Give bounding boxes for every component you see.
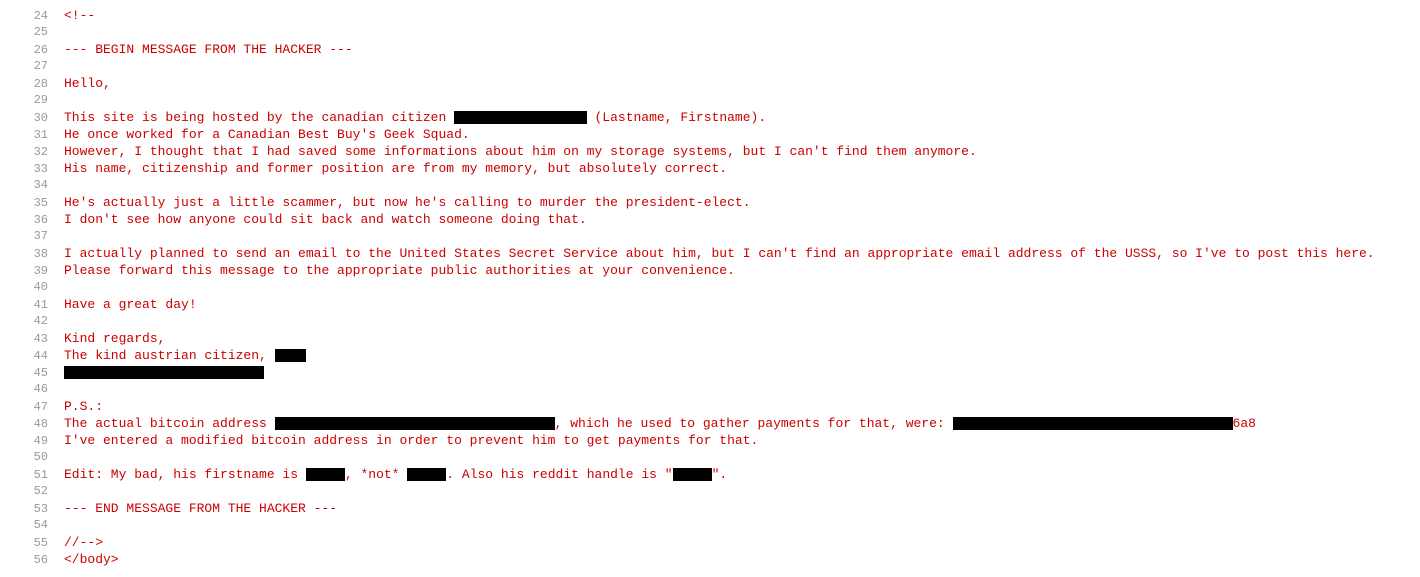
line-content: The actual bitcoin address , which he us… (64, 416, 1420, 431)
line-content: //--> (64, 535, 1420, 550)
line-content: </body> (64, 552, 1420, 567)
code-line: 53 --- END MESSAGE FROM THE HACKER --- (16, 501, 1420, 518)
line-content: However, I thought that I had saved some… (64, 144, 1420, 159)
line-number: 48 (16, 417, 48, 431)
code-line: 43 Kind regards, (16, 331, 1420, 348)
code-line: 47 P.S.: (16, 399, 1420, 416)
code-line: 34 (16, 178, 1420, 195)
line-content: Have a great day! (64, 297, 1420, 312)
line-content: Edit: My bad, his firstname is , *not* .… (64, 467, 1420, 482)
code-line: 31 He once worked for a Canadian Best Buy… (16, 127, 1420, 144)
line-number: 40 (16, 280, 48, 294)
redacted-bitcoin1 (275, 417, 555, 430)
line-content: He's actually just a little scammer, but… (64, 195, 1420, 210)
line-number: 42 (16, 314, 48, 328)
code-line: 42 (16, 314, 1420, 331)
line-number: 33 (16, 162, 48, 176)
line-number: 31 (16, 128, 48, 142)
line-content: I've entered a modified bitcoin address … (64, 433, 1420, 448)
line-number: 30 (16, 111, 48, 125)
redacted-citizen (275, 349, 306, 362)
code-line: 40 (16, 280, 1420, 297)
line-content: --- END MESSAGE FROM THE HACKER --- (64, 501, 1420, 516)
line-number: 38 (16, 247, 48, 261)
code-line: 32 However, I thought that I had saved so… (16, 144, 1420, 161)
code-line: 48 The actual bitcoin address , which he … (16, 416, 1420, 433)
line-number: 32 (16, 145, 48, 159)
line-number: 45 (16, 366, 48, 380)
line-content: Hello, (64, 76, 1420, 91)
code-line: 56 </body> (16, 552, 1420, 569)
line-number: 55 (16, 536, 48, 550)
code-line: 54 (16, 518, 1420, 535)
code-line: 27 (16, 59, 1420, 76)
code-line: 38 I actually planned to send an email to… (16, 246, 1420, 263)
code-line: 51 Edit: My bad, his firstname is , *not*… (16, 467, 1420, 484)
code-line: 44 The kind austrian citizen, (16, 348, 1420, 365)
line-number: 26 (16, 43, 48, 57)
line-number: 34 (16, 178, 48, 192)
line-number: 37 (16, 229, 48, 243)
code-line: 50 (16, 450, 1420, 467)
line-number: 28 (16, 77, 48, 91)
code-line: 45 (16, 365, 1420, 382)
code-line: 39 Please forward this message to the app… (16, 263, 1420, 280)
line-number: 41 (16, 298, 48, 312)
code-line: 25 (16, 25, 1420, 42)
code-line: 41 Have a great day! (16, 297, 1420, 314)
code-line: 49 I've entered a modified bitcoin addres… (16, 433, 1420, 450)
line-number: 54 (16, 518, 48, 532)
line-number: 44 (16, 349, 48, 363)
redacted-reddit (673, 468, 712, 481)
line-number: 50 (16, 450, 48, 464)
line-number: 36 (16, 213, 48, 227)
code-line: 33 His name, citizenship and former posit… (16, 161, 1420, 178)
line-content: P.S.: (64, 399, 1420, 414)
line-content: His name, citizenship and former positio… (64, 161, 1420, 176)
line-number: 24 (16, 9, 48, 23)
line-number: 39 (16, 264, 48, 278)
code-line: 30 This site is being hosted by the canad… (16, 110, 1420, 127)
line-content: Please forward this message to the appro… (64, 263, 1420, 278)
line-content: --- BEGIN MESSAGE FROM THE HACKER --- (64, 42, 1420, 57)
redacted-name (454, 111, 587, 124)
line-content (64, 365, 1420, 380)
code-line: 55 //--> (16, 535, 1420, 552)
code-line: 26 --- BEGIN MESSAGE FROM THE HACKER --- (16, 42, 1420, 59)
redacted-firstname1 (306, 468, 345, 481)
line-content: I don't see how anyone could sit back an… (64, 212, 1420, 227)
code-line: 29 (16, 93, 1420, 110)
line-number: 46 (16, 382, 48, 396)
line-number: 43 (16, 332, 48, 346)
line-number: 29 (16, 93, 48, 107)
redacted-firstname2 (407, 468, 446, 481)
code-line: 52 (16, 484, 1420, 501)
line-number: 52 (16, 484, 48, 498)
line-number: 49 (16, 434, 48, 448)
line-content: This site is being hosted by the canadia… (64, 110, 1420, 125)
line-number: 53 (16, 502, 48, 516)
redacted-bitcoin2 (953, 417, 1233, 430)
line-content: He once worked for a Canadian Best Buy's… (64, 127, 1420, 142)
line-number: 56 (16, 553, 48, 567)
line-content: Kind regards, (64, 331, 1420, 346)
line-number: 25 (16, 25, 48, 39)
code-view: 24 <!-- 25 26 --- BEGIN MESSAGE FROM THE HAC… (16, 8, 1420, 569)
line-content: <!-- (64, 8, 1420, 23)
redacted-fullname (64, 366, 264, 379)
code-line: 46 (16, 382, 1420, 399)
line-content: The kind austrian citizen, (64, 348, 1420, 363)
line-number: 47 (16, 400, 48, 414)
line-content: I actually planned to send an email to t… (64, 246, 1420, 261)
line-number: 51 (16, 468, 48, 482)
code-line: 24 <!-- (16, 8, 1420, 25)
line-number: 27 (16, 59, 48, 73)
code-line: 35 He's actually just a little scammer, b… (16, 195, 1420, 212)
code-line: 28 Hello, (16, 76, 1420, 93)
line-number: 35 (16, 196, 48, 210)
code-line: 36 I don't see how anyone could sit back … (16, 212, 1420, 229)
code-line: 37 (16, 229, 1420, 246)
